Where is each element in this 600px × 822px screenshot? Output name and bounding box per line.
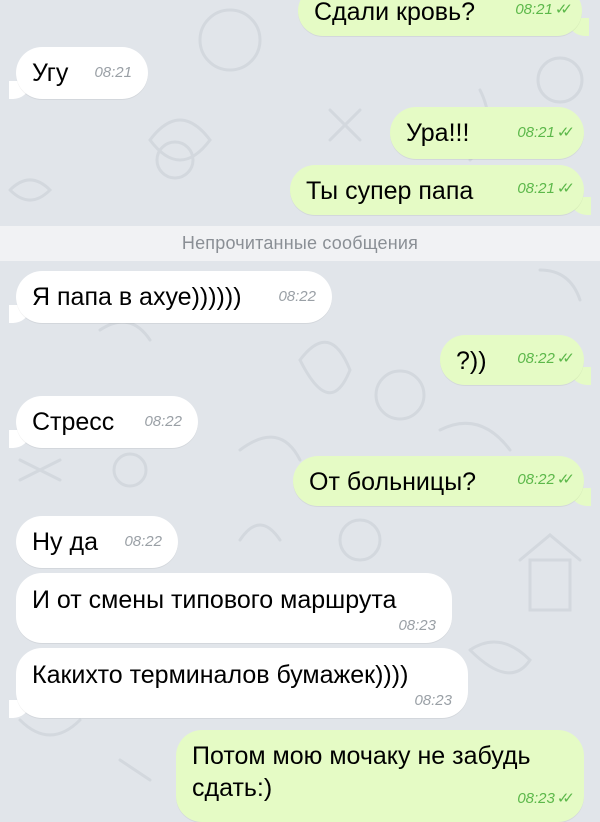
message-time: 08:23: [398, 617, 436, 634]
message-bubble-outgoing[interactable]: Сдали кровь? 08:21 ✓✓: [298, 0, 589, 36]
message-meta: 08:22 ✓✓: [517, 344, 575, 374]
message-time: 08:22: [144, 413, 182, 430]
message-meta: 08:21 ✓✓: [517, 174, 575, 204]
message-text: Сдали кровь?: [314, 0, 475, 26]
message-time: 08:21: [517, 180, 555, 197]
message-text: И от смены типового маршрута: [32, 586, 397, 614]
message-meta: 08:21 ✓✓: [517, 118, 575, 148]
message-time: 08:22: [124, 533, 162, 550]
message-text: ?)): [456, 347, 487, 375]
message-bubble-outgoing[interactable]: Ура!!! 08:21 ✓✓: [390, 107, 584, 159]
double-check-icon: ✓✓: [556, 350, 575, 367]
message-meta: 08:22 ✓✓: [517, 465, 575, 495]
message-bubble-outgoing[interactable]: От больницы? 08:22 ✓✓: [293, 456, 591, 506]
message-bubble-outgoing[interactable]: Ты супер папа 08:21 ✓✓: [290, 165, 591, 215]
message-text: Угу: [32, 59, 69, 87]
message-text: Ну да: [32, 528, 98, 556]
message-time: 08:21: [517, 124, 555, 141]
unread-messages-divider: Непрочитанные сообщения: [0, 226, 600, 261]
double-check-icon: ✓✓: [554, 1, 573, 18]
message-time: 08:22: [278, 288, 316, 305]
message-time: 08:21: [94, 64, 132, 81]
message-text: Я папа в ахуе)))))): [32, 283, 242, 311]
message-text: Стресс: [32, 408, 115, 436]
message-time: 08:22: [517, 350, 555, 367]
double-check-icon: ✓✓: [556, 790, 575, 807]
message-time: 08:22: [517, 471, 555, 488]
message-bubble-incoming[interactable]: Ну да 08:22: [16, 516, 178, 568]
double-check-icon: ✓✓: [556, 124, 575, 141]
message-meta: 08:21 ✓✓: [515, 0, 573, 25]
message-bubble-incoming[interactable]: И от смены типового маршрута 08:23: [16, 573, 452, 643]
message-text: Какихто терминалов бумажек)))): [32, 661, 409, 689]
message-time: 08:23: [517, 790, 555, 807]
message-bubble-incoming[interactable]: Стресс 08:22: [9, 396, 198, 448]
double-check-icon: ✓✓: [556, 180, 575, 197]
message-bubble-incoming[interactable]: Угу 08:21: [9, 47, 148, 99]
double-check-icon: ✓✓: [556, 471, 575, 488]
message-text: Ура!!!: [406, 119, 470, 147]
message-bubble-incoming[interactable]: Какихто терминалов бумажек)))) 08:23: [9, 648, 468, 718]
message-bubble-outgoing[interactable]: ?)) 08:22 ✓✓: [440, 335, 591, 385]
message-time: 08:21: [515, 1, 553, 18]
message-bubble-outgoing[interactable]: Потом мою мочаку не забудь сдать:) 08:23…: [176, 730, 584, 822]
message-bubble-incoming[interactable]: Я папа в ахуе)))))) 08:22: [9, 271, 332, 323]
message-time: 08:23: [414, 692, 452, 709]
message-text: От больницы?: [309, 468, 477, 496]
message-text: Ты супер папа: [306, 177, 474, 205]
